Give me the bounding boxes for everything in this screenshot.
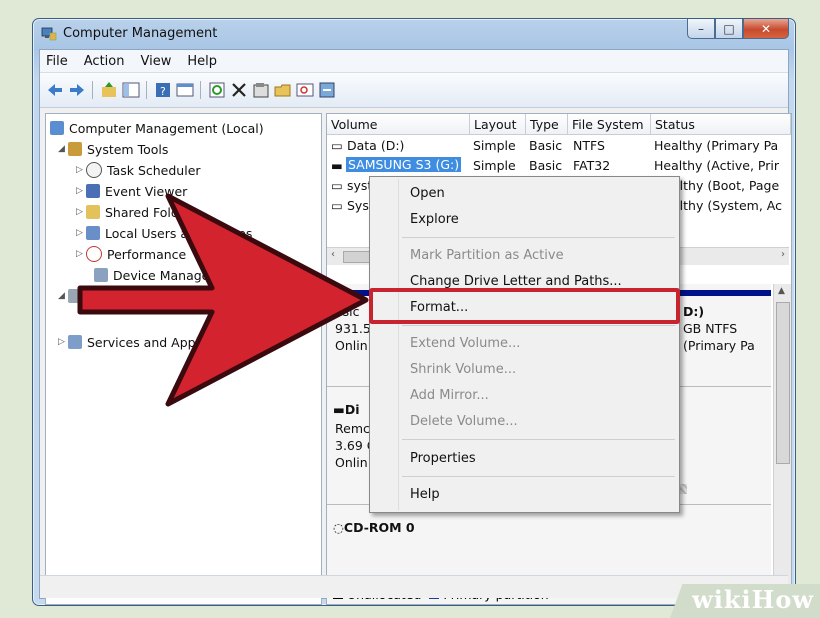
- red-arrow-overlay: [77, 193, 369, 407]
- red-arrow-icon: [77, 193, 369, 407]
- wikihow-logo: wikiHow: [692, 585, 814, 614]
